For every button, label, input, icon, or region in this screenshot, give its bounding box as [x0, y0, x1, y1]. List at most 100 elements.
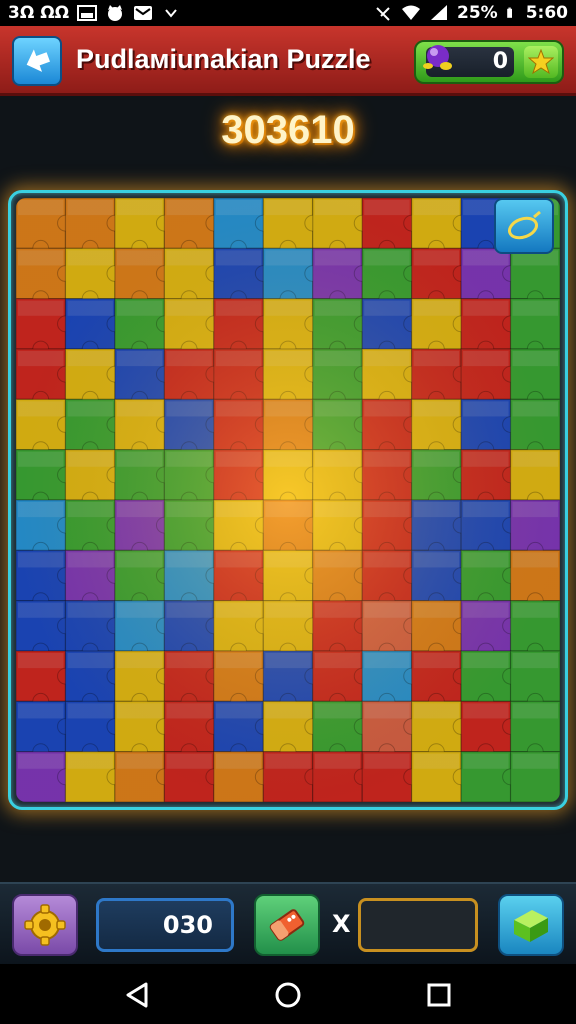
puzzle-piece[interactable]	[163, 449, 223, 509]
puzzle-piece[interactable]	[163, 348, 223, 408]
puzzle-grid[interactable]	[16, 198, 560, 802]
add-currency-button[interactable]	[524, 46, 558, 78]
puzzle-piece[interactable]	[411, 549, 470, 610]
puzzle-piece[interactable]	[213, 600, 272, 660]
puzzle-piece[interactable]	[312, 398, 371, 459]
puzzle-piece[interactable]	[312, 549, 371, 610]
puzzle-piece[interactable]	[213, 549, 272, 610]
puzzle-piece[interactable]	[312, 499, 371, 559]
puzzle-piece[interactable]	[262, 650, 322, 710]
puzzle-piece[interactable]	[213, 650, 272, 710]
puzzle-piece[interactable]	[312, 751, 371, 802]
puzzle-piece[interactable]	[16, 549, 74, 610]
puzzle-piece[interactable]	[312, 449, 371, 509]
puzzle-piece[interactable]	[361, 398, 421, 459]
puzzle-piece[interactable]	[262, 247, 322, 308]
puzzle-piece[interactable]	[64, 549, 124, 610]
puzzle-piece[interactable]	[262, 398, 322, 459]
puzzle-piece[interactable]	[64, 198, 124, 257]
puzzle-piece[interactable]	[64, 348, 124, 408]
puzzle-piece[interactable]	[312, 298, 371, 358]
puzzle-piece[interactable]	[411, 398, 470, 459]
puzzle-piece[interactable]	[361, 348, 421, 408]
puzzle-piece[interactable]	[213, 398, 272, 459]
puzzle-piece[interactable]	[114, 600, 173, 660]
block-button[interactable]	[498, 894, 564, 956]
puzzle-piece[interactable]	[411, 751, 470, 802]
puzzle-piece[interactable]	[114, 298, 173, 358]
puzzle-piece[interactable]	[312, 348, 371, 408]
puzzle-piece[interactable]	[411, 298, 470, 358]
puzzle-piece[interactable]	[460, 398, 519, 459]
puzzle-piece[interactable]	[114, 247, 173, 308]
puzzle-piece[interactable]	[411, 650, 470, 710]
puzzle-piece[interactable]	[361, 700, 421, 761]
puzzle-piece[interactable]	[411, 449, 470, 509]
puzzle-piece[interactable]	[509, 549, 560, 610]
puzzle-piece[interactable]	[509, 600, 560, 660]
puzzle-piece[interactable]	[213, 700, 272, 761]
puzzle-piece[interactable]	[16, 600, 74, 660]
puzzle-piece[interactable]	[163, 751, 223, 802]
puzzle-piece[interactable]	[509, 499, 560, 559]
nav-recents-icon[interactable]	[424, 980, 454, 1010]
puzzle-piece[interactable]	[509, 298, 560, 358]
puzzle-piece[interactable]	[509, 247, 560, 308]
puzzle-piece[interactable]	[460, 600, 519, 660]
puzzle-piece[interactable]	[163, 198, 223, 257]
puzzle-piece[interactable]	[262, 751, 322, 802]
puzzle-piece[interactable]	[262, 449, 322, 509]
puzzle-piece[interactable]	[460, 549, 519, 610]
puzzle-piece[interactable]	[114, 751, 173, 802]
puzzle-piece[interactable]	[64, 700, 124, 761]
puzzle-piece[interactable]	[114, 650, 173, 710]
puzzle-piece[interactable]	[312, 198, 371, 257]
puzzle-piece[interactable]	[411, 348, 470, 408]
puzzle-piece[interactable]	[312, 247, 371, 308]
puzzle-piece[interactable]	[361, 751, 421, 802]
puzzle-piece[interactable]	[163, 398, 223, 459]
puzzle-piece[interactable]	[262, 700, 322, 761]
puzzle-piece[interactable]	[460, 449, 519, 509]
puzzle-piece[interactable]	[114, 499, 173, 559]
puzzle-piece[interactable]	[163, 499, 223, 559]
puzzle-piece[interactable]	[16, 398, 74, 459]
puzzle-piece[interactable]	[262, 499, 322, 559]
puzzle-piece[interactable]	[16, 751, 74, 802]
puzzle-piece[interactable]	[460, 751, 519, 802]
puzzle-piece[interactable]	[262, 298, 322, 358]
puzzle-piece[interactable]	[262, 549, 322, 610]
puzzle-piece[interactable]	[509, 650, 560, 710]
puzzle-piece[interactable]	[213, 198, 272, 257]
puzzle-piece[interactable]	[361, 600, 421, 660]
puzzle-piece[interactable]	[16, 700, 74, 761]
puzzle-piece[interactable]	[460, 650, 519, 710]
puzzle-piece[interactable]	[163, 549, 223, 610]
puzzle-piece[interactable]	[411, 700, 470, 761]
puzzle-board[interactable]	[16, 198, 560, 802]
puzzle-piece[interactable]	[114, 398, 173, 459]
eraser-button[interactable]	[254, 894, 320, 956]
puzzle-piece[interactable]	[509, 449, 560, 509]
puzzle-piece[interactable]	[114, 348, 173, 408]
puzzle-piece[interactable]	[64, 247, 124, 308]
puzzle-piece[interactable]	[361, 549, 421, 610]
puzzle-piece[interactable]	[213, 298, 272, 358]
puzzle-piece[interactable]	[163, 700, 223, 761]
puzzle-piece[interactable]	[163, 650, 223, 710]
puzzle-piece[interactable]	[213, 348, 272, 408]
puzzle-piece[interactable]	[16, 499, 74, 559]
puzzle-piece[interactable]	[361, 650, 421, 710]
puzzle-piece[interactable]	[509, 751, 560, 802]
nav-back-icon[interactable]	[122, 980, 152, 1010]
puzzle-piece[interactable]	[64, 298, 124, 358]
hint-button[interactable]	[494, 198, 554, 254]
back-button[interactable]	[12, 36, 62, 86]
puzzle-piece[interactable]	[16, 298, 74, 358]
puzzle-piece[interactable]	[64, 751, 124, 802]
puzzle-piece[interactable]	[114, 549, 173, 610]
puzzle-piece[interactable]	[16, 650, 74, 710]
nav-home-icon[interactable]	[273, 980, 303, 1010]
puzzle-piece[interactable]	[460, 247, 519, 308]
puzzle-piece[interactable]	[411, 247, 470, 308]
